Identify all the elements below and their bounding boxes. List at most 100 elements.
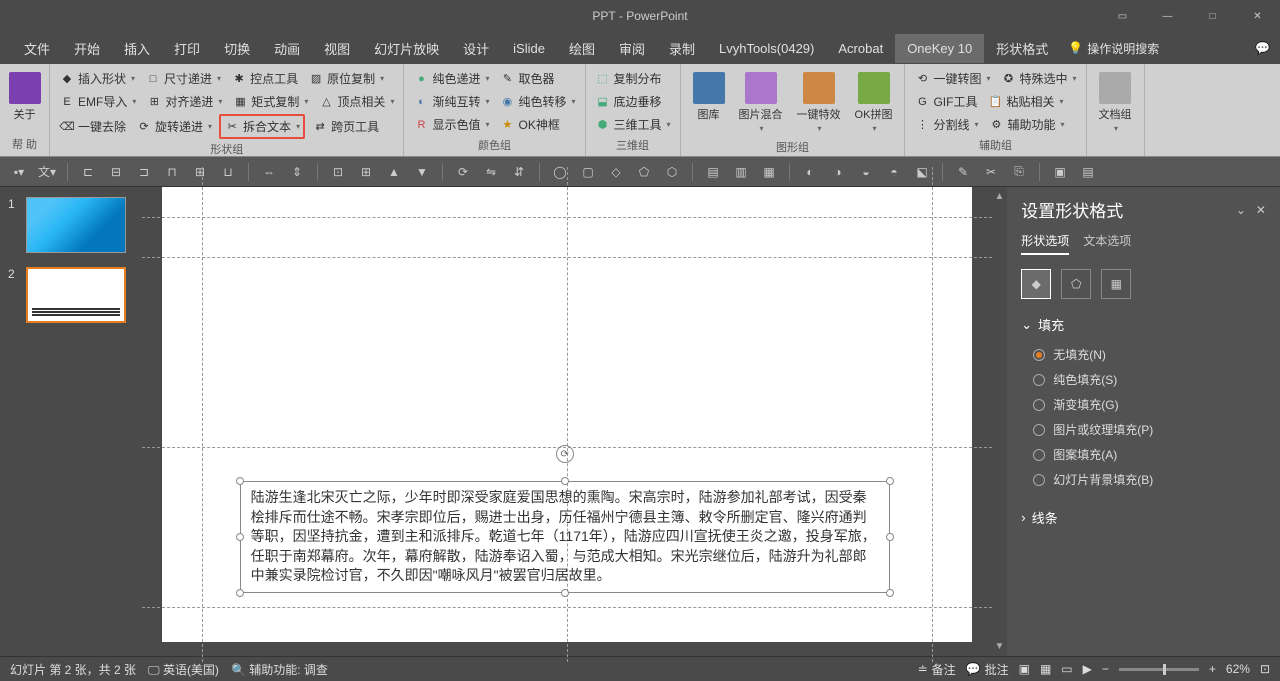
tab-review[interactable]: 审阅 <box>607 32 657 65</box>
show-color-button[interactable]: R显示色值 <box>410 114 492 135</box>
remove-button[interactable]: ⌫一键去除 <box>56 116 129 137</box>
slideshow-view-icon[interactable]: ▶ <box>1083 662 1092 676</box>
size-props-icon[interactable]: ▦ <box>1101 269 1131 299</box>
notes-button[interactable]: ≐ 备注 <box>918 661 956 678</box>
tab-onekey10[interactable]: OneKey 10 <box>895 34 984 63</box>
close-button[interactable]: ✕ <box>1235 0 1280 32</box>
fill-option-gradient[interactable]: 渐变填充(G) <box>1021 392 1266 417</box>
split-text-button[interactable]: ✂拆合文本 <box>219 114 305 139</box>
qb-m2-icon[interactable]: ◑ <box>827 161 849 183</box>
scroll-up-icon[interactable]: ▲ <box>994 191 1004 202</box>
bottom-move-button[interactable]: ⬓底边垂移 <box>592 91 665 112</box>
qb-text-icon[interactable]: 文▾ <box>36 161 58 183</box>
qb-ungroup-icon[interactable]: ⊞ <box>355 161 377 183</box>
qb-f2-icon[interactable]: ▤ <box>1077 161 1099 183</box>
special-select-button[interactable]: ✪特殊选中 <box>997 68 1079 89</box>
ok-frame-button[interactable]: ★OK神框 <box>496 114 562 135</box>
tab-draw[interactable]: 绘图 <box>557 32 607 65</box>
chevron-down-icon[interactable]: ⌄ <box>1236 203 1246 217</box>
fill-option-picture[interactable]: 图片或纹理填充(P) <box>1021 417 1266 442</box>
qb-shape5-icon[interactable]: ⬡ <box>661 161 683 183</box>
ribbon-display-icon[interactable]: ▭ <box>1100 0 1145 32</box>
rotate-handle-icon[interactable]: ⟳ <box>556 445 574 463</box>
slide-thumbnail-1[interactable]: 1 <box>8 197 134 253</box>
3d-tools-button[interactable]: ⬢三维工具 <box>592 114 674 135</box>
about-button[interactable]: 关于 <box>6 68 43 126</box>
control-point-button[interactable]: ✱控点工具 <box>228 68 301 89</box>
tab-view[interactable]: 视图 <box>312 32 362 65</box>
qb-align-bottom-icon[interactable]: ⊔ <box>217 161 239 183</box>
gallery-button[interactable]: 图库 <box>687 68 731 126</box>
reading-view-icon[interactable]: ▭ <box>1061 662 1072 676</box>
one-effect-button[interactable]: 一键特效 <box>791 68 847 137</box>
qb-align-middle-icon[interactable]: ⊞ <box>189 161 211 183</box>
doc-group-button[interactable]: 文档组 <box>1093 68 1138 137</box>
comments-icon[interactable]: 💬 <box>1255 41 1270 55</box>
tab-home[interactable]: 开始 <box>62 32 112 65</box>
accessibility-indicator[interactable]: 🔍 辅助功能: 调查 <box>231 661 328 678</box>
qb-m5-icon[interactable]: ⬕ <box>911 161 933 183</box>
qb-flip-h-icon[interactable]: ⇋ <box>480 161 502 183</box>
fill-section-header[interactable]: ⌄ 填充 <box>1021 315 1266 334</box>
tab-acrobat[interactable]: Acrobat <box>826 34 895 63</box>
vertex-related-button[interactable]: △顶点相关 <box>315 91 397 112</box>
fill-line-icon[interactable]: ◆ <box>1021 269 1051 299</box>
size-progress-button[interactable]: □尺寸递进 <box>142 68 224 89</box>
tab-insert[interactable]: 插入 <box>112 32 162 65</box>
qb-m4-icon[interactable]: ◓ <box>883 161 905 183</box>
resize-handle[interactable] <box>236 589 244 597</box>
qb-t2-icon[interactable]: ▥ <box>730 161 752 183</box>
gif-tool-button[interactable]: GGIF工具 <box>911 91 980 112</box>
tab-transition[interactable]: 切换 <box>212 32 262 65</box>
divider-button[interactable]: ⋮分割线 <box>911 114 981 135</box>
tab-record[interactable]: 录制 <box>657 32 707 65</box>
resize-handle[interactable] <box>561 589 569 597</box>
close-pane-icon[interactable]: ✕ <box>1256 203 1266 217</box>
selected-textbox[interactable]: ⟳ 陆游生逢北宋灭亡之际，少年时即深受家庭爱国思想的熏陶。宋高宗时，陆游参加礼部… <box>240 481 890 593</box>
qb-m3-icon[interactable]: ◒ <box>855 161 877 183</box>
qb-shape1-icon[interactable]: ◯ <box>549 161 571 183</box>
tab-file[interactable]: 文件 <box>12 32 62 65</box>
convert-image-button[interactable]: ⟲一键转图 <box>911 68 993 89</box>
qb-e1-icon[interactable]: ✎ <box>952 161 974 183</box>
resize-handle[interactable] <box>886 589 894 597</box>
copy-distribute-button[interactable]: ⬚复制分布 <box>592 68 665 89</box>
sorter-view-icon[interactable]: ▦ <box>1040 662 1051 676</box>
qb-e3-icon[interactable]: ⎘ <box>1008 161 1030 183</box>
qb-shape3-icon[interactable]: ◇ <box>605 161 627 183</box>
copy-inplace-button[interactable]: ▨原位复制 <box>305 68 387 89</box>
tab-animation[interactable]: 动画 <box>262 32 312 65</box>
vertical-scrollbar[interactable]: ▲ ▼ <box>992 187 1008 656</box>
resize-handle[interactable] <box>561 477 569 485</box>
qb-rotate-icon[interactable]: ⟳ <box>452 161 474 183</box>
slide-canvas[interactable]: ⟳ 陆游生逢北宋灭亡之际，少年时即深受家庭爱国思想的熏陶。宋高宗时，陆游参加礼部… <box>162 187 972 642</box>
qb-t3-icon[interactable]: ▦ <box>758 161 780 183</box>
maximize-button[interactable]: □ <box>1190 0 1235 32</box>
ok-collage-button[interactable]: OK拼图 <box>849 68 899 137</box>
qb-align-top-icon[interactable]: ⊓ <box>161 161 183 183</box>
qb-front-icon[interactable]: ▲ <box>383 161 405 183</box>
qb-t1-icon[interactable]: ▤ <box>702 161 724 183</box>
matrix-copy-button[interactable]: ▦矩式复制 <box>229 91 311 112</box>
tab-text-options[interactable]: 文本选项 <box>1083 232 1131 255</box>
insert-shape-button[interactable]: ◆插入形状 <box>56 68 138 89</box>
zoom-out-button[interactable]: − <box>1102 662 1109 676</box>
aux-func-button[interactable]: ⚙辅助功能 <box>985 114 1067 135</box>
minimize-button[interactable]: — <box>1145 0 1190 32</box>
emf-import-button[interactable]: EEMF导入 <box>56 91 139 112</box>
rotate-progress-button[interactable]: ⟳旋转递进 <box>133 116 215 137</box>
tab-islide[interactable]: iSlide <box>501 34 557 63</box>
image-blend-button[interactable]: 图片混合 <box>733 68 789 137</box>
color-picker-button[interactable]: ✎取色器 <box>496 68 557 89</box>
qb-e2-icon[interactable]: ✂ <box>980 161 1002 183</box>
fit-window-icon[interactable]: ⊡ <box>1260 662 1270 676</box>
resize-handle[interactable] <box>886 477 894 485</box>
fill-option-slidebg[interactable]: 幻灯片背景填充(B) <box>1021 467 1266 492</box>
qb-shape4-icon[interactable]: ⬠ <box>633 161 655 183</box>
qb-dist-h-icon[interactable]: ⇔ <box>258 161 280 183</box>
zoom-in-button[interactable]: + <box>1209 662 1216 676</box>
slide-editor[interactable]: ⟳ 陆游生逢北宋灭亡之际，少年时即深受家庭爱国思想的熏陶。宋高宗时，陆游参加礼部… <box>142 187 992 656</box>
scroll-down-icon[interactable]: ▼ <box>994 641 1004 652</box>
tab-shape-format[interactable]: 形状格式 <box>984 32 1060 65</box>
qb-f1-icon[interactable]: ▣ <box>1049 161 1071 183</box>
